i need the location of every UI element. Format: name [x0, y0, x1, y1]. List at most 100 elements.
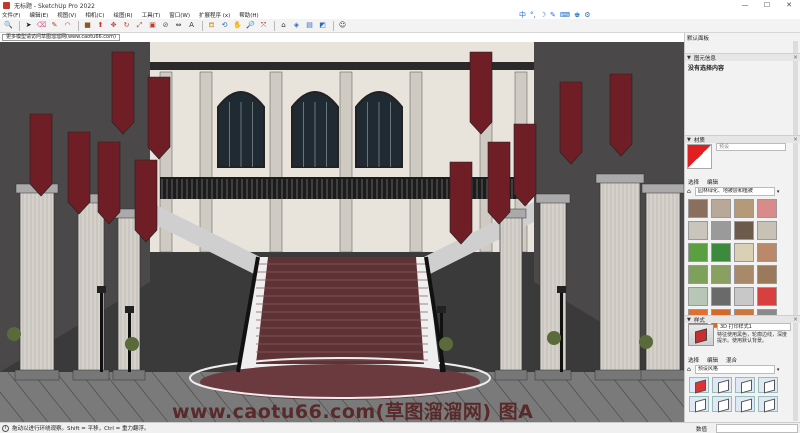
material-swatch[interactable] [711, 287, 731, 306]
account-icon[interactable]: ☺ [337, 20, 348, 31]
style-item[interactable] [689, 377, 709, 393]
material-library-select[interactable]: 园林绿化、地被层和植被 [694, 187, 775, 196]
menu-window[interactable]: 窗口(W) [169, 11, 190, 19]
measurements-input[interactable] [716, 424, 798, 433]
material-swatch[interactable] [711, 243, 731, 262]
material-swatch[interactable] [711, 221, 731, 240]
scene-tab[interactable]: 更多模型请访问草图溜溜网(www.caotu66.com) [2, 34, 120, 41]
styles-icon[interactable]: ◩ [317, 20, 328, 31]
style-name-field[interactable]: 3D 打印样式1 [717, 323, 791, 331]
arc-icon[interactable]: ◠ [62, 20, 73, 31]
tab-select[interactable]: 选择 [688, 356, 699, 364]
back-pillar [339, 71, 353, 253]
material-swatch[interactable] [688, 243, 708, 262]
tape-measure-icon[interactable]: ⊘ [160, 20, 171, 31]
menu-tools[interactable]: 工具(T) [142, 11, 161, 19]
material-swatch[interactable] [757, 243, 777, 262]
search-icon[interactable]: 🔍 [3, 20, 14, 31]
material-swatch[interactable] [734, 221, 754, 240]
material-swatch[interactable] [688, 265, 708, 284]
menu-camera[interactable]: 相机(C) [85, 11, 104, 19]
ime-moon-icon[interactable]: ☽ [540, 11, 546, 19]
close-button[interactable]: ✕ [778, 0, 800, 10]
style-item[interactable] [735, 377, 755, 393]
style-item[interactable] [735, 396, 755, 412]
home-icon[interactable]: ⌂ [687, 366, 691, 373]
maximize-button[interactable]: ☐ [756, 0, 778, 10]
move-icon[interactable]: ✥ [108, 20, 119, 31]
menu-extensions[interactable]: 扩展程序 (x) [199, 11, 230, 19]
material-swatch[interactable] [757, 265, 777, 284]
styles-header[interactable]: ▼ 样式 × [685, 315, 800, 324]
push-pull-icon[interactable]: ⬆ [95, 20, 106, 31]
entity-info-header[interactable]: ▼ 图元信息 × [685, 53, 800, 62]
dropdown-arrow-icon[interactable]: ▾ [777, 189, 780, 195]
material-swatch[interactable] [734, 199, 754, 218]
material-swatch[interactable] [711, 265, 731, 284]
menu-file[interactable]: 文件(F) [2, 11, 20, 19]
material-swatch[interactable] [688, 287, 708, 306]
pencil-icon[interactable]: ✎ [49, 20, 60, 31]
sketchup-logo-icon [3, 1, 10, 9]
tab-mix[interactable]: 混合 [726, 356, 737, 364]
material-swatch[interactable] [734, 287, 754, 306]
zoom-extents-icon[interactable]: ⤧ [258, 20, 269, 31]
scale-icon[interactable]: ⤢ [134, 20, 145, 31]
style-item[interactable] [758, 396, 778, 412]
style-library-select[interactable]: 预设风格 [694, 365, 775, 374]
material-name-field[interactable]: 预设 [716, 143, 786, 151]
potted-plant [7, 327, 21, 341]
style-item[interactable] [758, 377, 778, 393]
orbit-icon[interactable]: ⟲ [219, 20, 230, 31]
warehouse-icon[interactable]: ⌂ [278, 20, 289, 31]
paint-bucket-icon[interactable]: ⛾ [206, 20, 217, 31]
tab-select[interactable]: 选择 [688, 178, 699, 186]
minimize-button[interactable]: — [734, 0, 756, 10]
tab-edit[interactable]: 编辑 [707, 178, 718, 186]
extension-icon[interactable]: ◈ [291, 20, 302, 31]
home-icon[interactable]: ⌂ [687, 188, 691, 195]
close-icon[interactable]: × [793, 316, 798, 323]
material-swatch[interactable] [757, 221, 777, 240]
material-swatch[interactable] [734, 265, 754, 284]
material-swatch[interactable] [757, 199, 777, 218]
rotate-icon[interactable]: ↻ [121, 20, 132, 31]
text-icon[interactable]: A [186, 20, 197, 31]
materials-header[interactable]: ▼ 材质 × [685, 135, 800, 144]
info-icon[interactable]: i [2, 425, 9, 432]
close-icon[interactable]: × [793, 136, 798, 143]
lamp-post [560, 292, 563, 372]
material-swatch[interactable] [757, 287, 777, 306]
potted-plant [547, 331, 561, 345]
menu-edit[interactable]: 编辑(E) [29, 11, 48, 19]
style-item[interactable] [712, 377, 732, 393]
select-arrow-icon[interactable]: ➤ [23, 20, 34, 31]
dropdown-arrow-icon[interactable]: ▾ [777, 367, 780, 373]
offset-icon[interactable]: ▣ [147, 20, 158, 31]
rectangle-icon[interactable]: ■ [82, 20, 93, 31]
ime-skin-icon[interactable]: ♚ [574, 11, 580, 19]
menu-view[interactable]: 视图(V) [57, 11, 76, 19]
main-stair-carpet [256, 257, 424, 364]
style-item[interactable] [712, 396, 732, 412]
zoom-icon[interactable]: 🔎 [245, 20, 256, 31]
eraser-icon[interactable]: ⌫ [36, 20, 47, 31]
tray-scrollbar[interactable] [793, 41, 798, 421]
material-swatch[interactable] [688, 199, 708, 218]
ime-keyboard-icon[interactable]: ⌨ [560, 11, 570, 19]
ime-settings-icon[interactable]: ⚙ [584, 11, 590, 19]
3d-viewport[interactable] [0, 42, 684, 422]
dimension-icon[interactable]: ⇔ [173, 20, 184, 31]
tab-edit[interactable]: 编辑 [707, 356, 718, 364]
ime-punctuation-icon[interactable]: °, [530, 11, 536, 19]
style-item[interactable] [689, 396, 709, 412]
material-swatch[interactable] [688, 221, 708, 240]
material-swatch[interactable] [734, 243, 754, 262]
pan-icon[interactable]: ✋ [232, 20, 243, 31]
menu-draw[interactable]: 绘图(R) [113, 11, 132, 19]
layout-icon[interactable]: ▤ [304, 20, 315, 31]
menu-help[interactable]: 帮助(H) [239, 11, 258, 19]
ime-pen-icon[interactable]: ✎ [550, 11, 556, 19]
material-swatch[interactable] [711, 199, 731, 218]
close-icon[interactable]: × [793, 54, 798, 61]
